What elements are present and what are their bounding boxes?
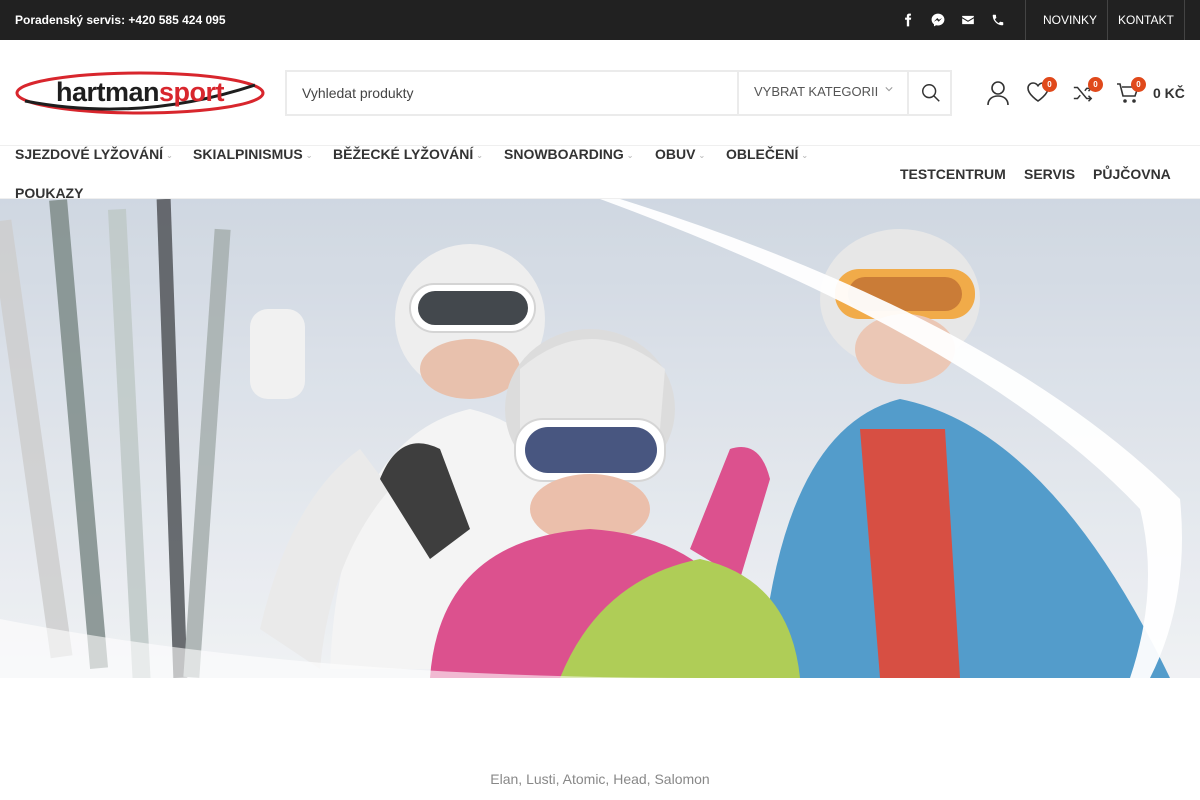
nav-item-servis[interactable]: SERVIS	[1024, 166, 1075, 182]
nav-item-label: OBUV	[655, 146, 696, 162]
svg-text:hartmansport: hartmansport	[56, 77, 225, 107]
chevron-down-icon: ⌄	[166, 150, 173, 160]
nav-item-sjezdove-lyzovani[interactable]: SJEZDOVÉ LYŽOVÁNÍ ⌄	[15, 146, 173, 162]
link-kontakt[interactable]: KONTAKT	[1118, 13, 1174, 27]
wishlist-button[interactable]: 0	[1026, 77, 1057, 108]
topbar-divider	[1184, 0, 1185, 40]
nav-item-skialpinismus[interactable]: SKIALPINISMUS ⌄	[193, 146, 312, 162]
nav-item-label: SKIALPINISMUS	[193, 146, 303, 162]
nav-item-label: BĚŽECKÉ LYŽOVÁNÍ	[333, 146, 474, 162]
nav-item-testcentrum[interactable]: TESTCENTRUM	[900, 166, 1006, 182]
search-icon	[921, 84, 940, 102]
wishlist-count-badge: 0	[1042, 77, 1057, 92]
nav-item-obuv[interactable]: OBUV ⌄	[655, 146, 705, 162]
cart-count-badge: 0	[1131, 77, 1146, 92]
hero-ski-photo	[0, 199, 1200, 678]
topbar-divider	[1025, 0, 1026, 40]
chevron-down-icon: ⌄	[801, 150, 809, 160]
category-select[interactable]: VYBRAT KATEGORII	[737, 72, 907, 114]
chevron-down-icon	[885, 87, 893, 92]
nav-item-pujcovna[interactable]: PŮJČOVNA	[1093, 166, 1171, 182]
top-bar: Poradenský servis: +420 585 424 095 NOVI…	[0, 0, 1200, 40]
nav-item-label: SJEZDOVÉ LYŽOVÁNÍ	[15, 146, 164, 162]
compare-count-badge: 0	[1088, 77, 1103, 92]
chevron-down-icon: ⌄	[698, 150, 706, 160]
cart-total[interactable]: 0 KČ	[1153, 85, 1185, 101]
nav-item-snowboarding[interactable]: SNOWBOARDING ⌄	[504, 146, 633, 162]
nav-item-label: SNOWBOARDING	[504, 146, 624, 162]
search-input[interactable]	[287, 72, 737, 114]
social-links	[898, 10, 1008, 30]
chevron-down-icon: ⌄	[305, 150, 313, 160]
facebook-icon[interactable]	[898, 10, 918, 30]
chevron-down-icon: ⌄	[626, 150, 634, 160]
main-navigation: SJEZDOVÉ LYŽOVÁNÍ ⌄ SKIALPINISMUS ⌄ BĚŽECK…	[0, 145, 1200, 201]
email-icon[interactable]	[958, 10, 978, 30]
hotline-text: Poradenský servis: +420 585 424 095	[15, 13, 226, 27]
brands-line: Elan, Lusti, Atomic, Head, Salomon	[490, 771, 710, 787]
account-button[interactable]	[986, 80, 1010, 111]
search-form: VYBRAT KATEGORII	[285, 70, 952, 116]
hero-banner[interactable]	[0, 199, 1200, 678]
cart-button[interactable]: 0	[1116, 77, 1146, 109]
chevron-down-icon: ⌄	[476, 150, 483, 160]
link-novinky[interactable]: NOVINKY	[1043, 13, 1097, 27]
messenger-icon[interactable]	[928, 10, 948, 30]
category-select-label: VYBRAT KATEGORII	[754, 84, 879, 99]
compare-button[interactable]: 0	[1072, 77, 1103, 109]
nav-item-obleceni[interactable]: OBLEČENÍ ⌄	[726, 146, 808, 162]
topbar-divider	[1107, 0, 1108, 40]
user-icon	[987, 81, 1009, 106]
hartmansport-logo[interactable]: hartmansport	[15, 71, 265, 115]
phone-icon[interactable]	[988, 10, 1008, 30]
search-button[interactable]	[907, 72, 952, 114]
nav-item-label: OBLEČENÍ	[726, 146, 799, 162]
nav-item-bezecke-lyzovani[interactable]: BĚŽECKÉ LYŽOVÁNÍ ⌄	[333, 146, 483, 162]
site-header: hartmansport VYBRAT KATEGORII 0 0 0 0 KČ	[0, 40, 1200, 145]
